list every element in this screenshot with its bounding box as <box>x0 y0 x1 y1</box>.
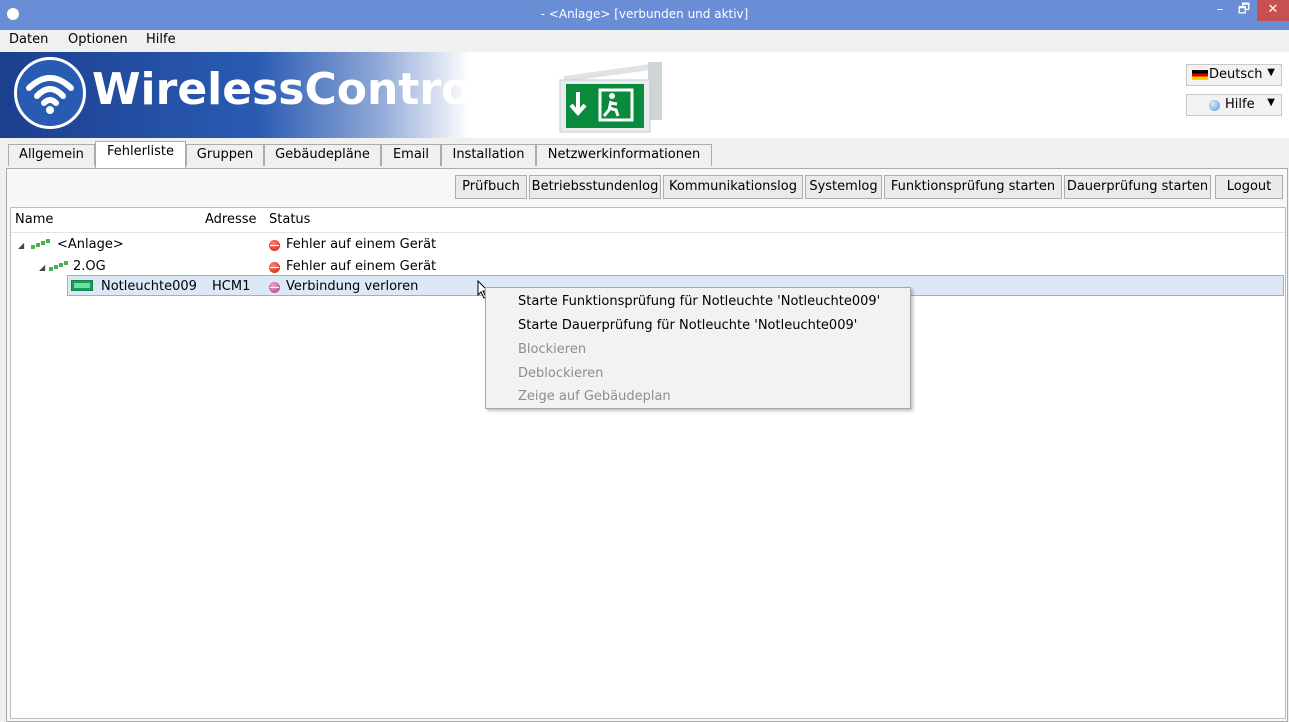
error-tree-grid[interactable]: Name Adresse Status ◢ <Anlage> Fehler au… <box>10 207 1286 719</box>
tab-gruppen[interactable]: Gruppen <box>186 144 264 166</box>
tab-bar: Allgemein Fehlerliste Gruppen Gebäudeplä… <box>0 138 1289 168</box>
expand-triangle-icon[interactable]: ◢ <box>18 241 24 250</box>
row-status: Fehler auf einem Gerät <box>286 259 437 274</box>
menu-item-start-function-test[interactable]: Starte Funktionsprüfung für Notleuchte '… <box>518 294 880 309</box>
tab-gebaeudeplaene[interactable]: Gebäudepläne <box>264 144 381 166</box>
minimize-button[interactable]: – <box>1208 0 1232 21</box>
exit-sign-icon <box>559 62 662 133</box>
language-label: Deutsch <box>1209 67 1263 82</box>
help-dropdown[interactable]: Hilfe ▼ <box>1186 94 1282 116</box>
tab-email[interactable]: Email <box>381 144 441 166</box>
globe-icon <box>1209 100 1220 111</box>
status-error-icon <box>269 262 280 273</box>
pruefbuch-button[interactable]: Prüfbuch <box>455 175 527 199</box>
close-button[interactable]: ✕ <box>1257 0 1289 21</box>
menu-item-start-duration-test[interactable]: Starte Dauerprüfung für Notleuchte 'Notl… <box>518 318 857 333</box>
tab-fehlerliste[interactable]: Fehlerliste <box>95 141 186 168</box>
menu-item-show-on-floorplan[interactable]: Zeige auf Gebäudeplan <box>518 389 671 404</box>
chevron-down-icon: ▼ <box>1267 67 1275 78</box>
menu-item-block[interactable]: Blockieren <box>518 342 586 357</box>
wifi-logo-icon <box>14 57 86 129</box>
row-status: Verbindung verloren <box>286 279 419 294</box>
header-banner: WirelessControl Deutsch ▼ Hilfe ▼ <box>0 52 1289 138</box>
row-address: HCM1 <box>212 279 251 294</box>
systemlog-button[interactable]: Systemlog <box>805 175 882 199</box>
row-name: Notleuchte009 <box>101 279 197 294</box>
dauerpruefung-starten-button[interactable]: Dauerprüfung starten <box>1064 175 1211 199</box>
column-header-adresse[interactable]: Adresse <box>205 212 257 227</box>
restore-button[interactable]: 🗗 <box>1232 0 1256 21</box>
german-flag-icon <box>1192 70 1208 80</box>
betriebsstundenlog-button[interactable]: Betriebsstundenlog <box>529 175 661 199</box>
menu-bar: Daten Optionen Hilfe <box>0 30 1289 52</box>
group-lights-icon <box>31 239 50 249</box>
column-header-status[interactable]: Status <box>269 212 310 227</box>
header-divider <box>11 232 1285 233</box>
chevron-down-icon: ▼ <box>1267 97 1275 108</box>
expand-triangle-icon[interactable]: ◢ <box>39 263 45 272</box>
emergency-light-icon <box>71 280 93 291</box>
menu-daten[interactable]: Daten <box>9 32 48 47</box>
status-error-icon <box>269 240 280 251</box>
language-dropdown[interactable]: Deutsch ▼ <box>1186 64 1282 86</box>
group-lights-icon <box>49 261 68 271</box>
tab-installation[interactable]: Installation <box>441 144 536 166</box>
brand-panel: WirelessControl <box>0 52 486 138</box>
brand-name: WirelessControl <box>92 64 487 115</box>
row-name: <Anlage> <box>57 237 124 252</box>
title-bar: - <Anlage> [verbunden und aktiv] – 🗗 ✕ <box>0 0 1289 30</box>
column-header-name[interactable]: Name <box>15 212 53 227</box>
context-menu: Starte Funktionsprüfung für Notleuchte '… <box>485 287 911 409</box>
tab-netzwerkinformationen[interactable]: Netzwerkinformationen <box>536 144 712 166</box>
menu-item-unblock[interactable]: Deblockieren <box>518 366 603 381</box>
status-connection-lost-icon <box>269 282 280 293</box>
logout-button[interactable]: Logout <box>1215 175 1283 199</box>
kommunikationslog-button[interactable]: Kommunikationslog <box>663 175 803 199</box>
row-name: 2.OG <box>73 259 106 274</box>
menu-hilfe[interactable]: Hilfe <box>146 32 176 47</box>
help-label: Hilfe <box>1225 97 1255 112</box>
menu-optionen[interactable]: Optionen <box>68 32 128 47</box>
tab-allgemein[interactable]: Allgemein <box>8 144 95 166</box>
window-title: - <Anlage> [verbunden und aktiv] <box>540 7 749 21</box>
row-status: Fehler auf einem Gerät <box>286 237 437 252</box>
funktionspruefung-starten-button[interactable]: Funktionsprüfung starten <box>884 175 1062 199</box>
